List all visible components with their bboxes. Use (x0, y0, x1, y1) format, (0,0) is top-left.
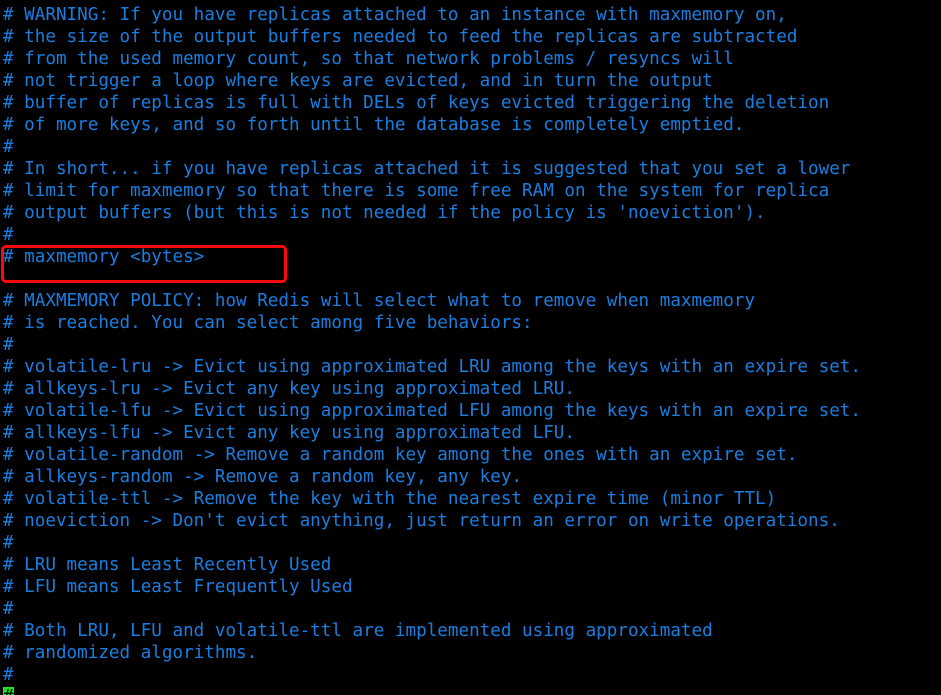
cursor-block[interactable]: # (3, 687, 14, 695)
text-line: # output buffers (but this is not needed… (3, 203, 766, 223)
text-line: # randomized algorithms. (3, 643, 258, 663)
text-line: # In short... if you have replicas attac… (3, 159, 851, 179)
text-line: # WARNING: If you have replicas attached… (3, 5, 787, 25)
text-line: # the size of the output buffers needed … (3, 27, 798, 47)
text-line: # allkeys-lru -> Evict any key using app… (3, 379, 575, 399)
text-line: # limit for maxmemory so that there is s… (3, 181, 830, 201)
text-line: # of more keys, and so forth until the d… (3, 115, 745, 135)
text-line: # allkeys-lfu -> Evict any key using app… (3, 423, 575, 443)
cursor-line[interactable]: # (0, 686, 941, 695)
text-line-maxmemory: # maxmemory <bytes> (3, 247, 205, 267)
text-line: # MAXMEMORY POLICY: how Redis will selec… (3, 291, 756, 311)
text-line: # buffer of replicas is full with DELs o… (3, 93, 830, 113)
text-line: # volatile-lru -> Evict using approximat… (3, 357, 861, 377)
text-line: # from the used memory count, so that ne… (3, 49, 734, 69)
text-line: # is reached. You can select among five … (3, 313, 533, 333)
text-line: # noeviction -> Don't evict anything, ju… (3, 511, 840, 531)
text-line: # (3, 225, 14, 245)
terminal-window[interactable]: # # WARNING: If you have replicas attach… (0, 0, 941, 695)
text-buffer[interactable]: # # WARNING: If you have replicas attach… (0, 0, 941, 695)
text-line: # volatile-random -> Remove a random key… (3, 445, 798, 465)
text-line: # (3, 665, 14, 685)
text-line: # (3, 599, 14, 619)
text-line: # Both LRU, LFU and volatile-ttl are imp… (3, 621, 713, 641)
text-line: # volatile-lfu -> Evict using approximat… (3, 401, 861, 421)
text-line: # allkeys-random -> Remove a random key,… (3, 467, 523, 487)
text-line: # LFU means Least Frequently Used (3, 577, 353, 597)
text-line: # LRU means Least Recently Used (3, 555, 332, 575)
text-line: # not trigger a loop where keys are evic… (3, 71, 713, 91)
text-line: # (3, 335, 14, 355)
text-line: # volatile-ttl -> Remove the key with th… (3, 489, 777, 509)
text-line: # (3, 137, 14, 157)
text-line (0, 268, 941, 290)
text-line: # (3, 533, 14, 553)
